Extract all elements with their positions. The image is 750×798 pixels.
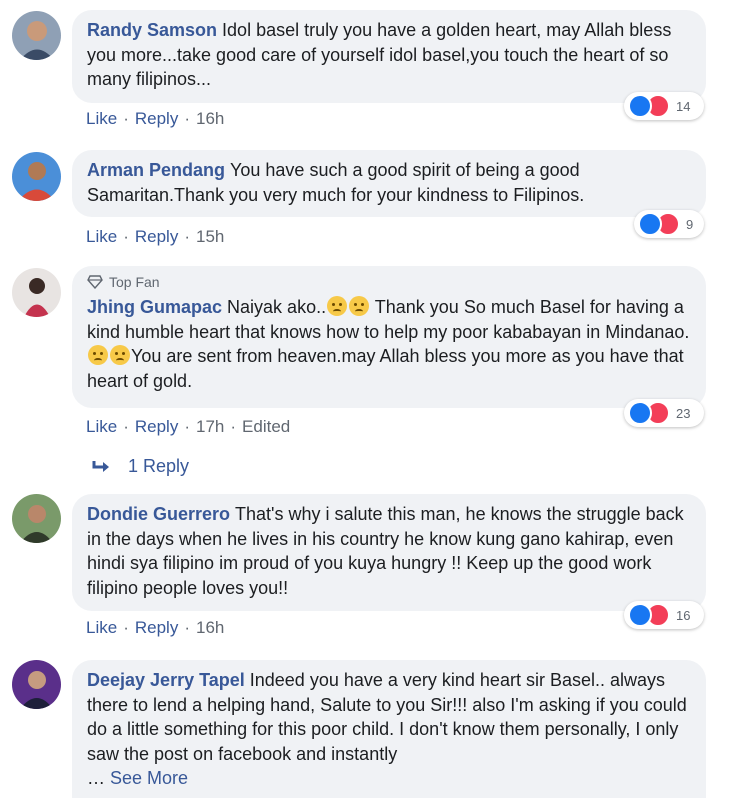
avatar[interactable]: [12, 11, 61, 60]
timestamp[interactable]: 15h: [196, 227, 224, 247]
comment-text: Naiyak ako..: [227, 297, 327, 317]
comment-actions: Like · Reply · 16h: [86, 618, 225, 638]
author-name[interactable]: Jhing Gumapac: [87, 297, 222, 317]
avatar[interactable]: [12, 494, 61, 543]
ellipsis: …: [87, 768, 105, 788]
reaction-count: 9: [686, 216, 694, 232]
sad-face-emoji-icon: [349, 296, 370, 316]
top-fan-label: Top Fan: [109, 274, 160, 290]
comment-actions: Like · Reply · 16h: [86, 109, 225, 129]
author-name[interactable]: Arman Pendang: [87, 160, 225, 180]
author-name[interactable]: Randy Samson: [87, 20, 217, 40]
like-link[interactable]: Like: [86, 227, 117, 247]
reply-link[interactable]: Reply: [135, 417, 178, 437]
comment-bubble: Top Fan Jhing Gumapac Naiyak ako.. Thank …: [72, 266, 706, 408]
like-reaction-icon: [628, 94, 652, 118]
sad-face-emoji-icon: [88, 345, 108, 365]
reply-link[interactable]: Reply: [135, 109, 178, 129]
timestamp[interactable]: 16h: [196, 109, 224, 129]
see-more-link[interactable]: See More: [110, 768, 188, 788]
like-link[interactable]: Like: [86, 109, 117, 129]
view-replies-link[interactable]: 1 Reply: [92, 456, 189, 477]
reaction-count: 23: [676, 405, 691, 421]
reply-link[interactable]: Reply: [135, 618, 178, 638]
reply-arrow-icon: [92, 460, 109, 472]
like-reaction-icon: [628, 401, 652, 425]
sad-face-emoji-icon: [327, 296, 348, 316]
like-reaction-icon: [638, 212, 662, 236]
diamond-icon: [87, 275, 103, 289]
avatar[interactable]: [12, 152, 61, 201]
like-link[interactable]: Like: [86, 618, 117, 638]
reaction-summary[interactable]: 23: [624, 399, 704, 427]
comment-bubble: Deejay Jerry Tapel Indeed you have a very…: [72, 660, 706, 798]
comment-text: You are sent from heaven.may Allah bless…: [87, 346, 684, 391]
replies-label[interactable]: 1 Reply: [128, 456, 189, 477]
avatar[interactable]: [12, 660, 61, 709]
timestamp[interactable]: 17h: [196, 417, 224, 437]
avatar[interactable]: [12, 268, 61, 317]
author-name[interactable]: Deejay Jerry Tapel: [87, 670, 245, 690]
sad-face-emoji-icon: [110, 345, 130, 365]
comment-actions: Like · Reply · 17h · Edited: [86, 417, 291, 437]
top-fan-badge: Top Fan: [87, 273, 692, 291]
reaction-summary[interactable]: 14: [624, 92, 704, 120]
like-reaction-icon: [628, 603, 652, 627]
timestamp[interactable]: 16h: [196, 618, 224, 638]
reaction-summary[interactable]: 9: [634, 210, 704, 238]
reaction-count: 16: [676, 607, 691, 623]
comment-bubble: Arman Pendang You have such a good spirit…: [72, 150, 706, 217]
reaction-count: 14: [676, 98, 691, 114]
reaction-summary[interactable]: 16: [624, 601, 704, 629]
like-link[interactable]: Like: [86, 417, 117, 437]
comment-bubble: Dondie Guerrero That's why i salute this …: [72, 494, 706, 611]
author-name[interactable]: Dondie Guerrero: [87, 504, 230, 524]
reply-link[interactable]: Reply: [135, 227, 178, 247]
comment-bubble: Randy Samson Idol basel truly you have a …: [72, 10, 706, 103]
edited-label[interactable]: Edited: [242, 417, 290, 437]
comment-actions: Like · Reply · 15h: [86, 227, 225, 247]
